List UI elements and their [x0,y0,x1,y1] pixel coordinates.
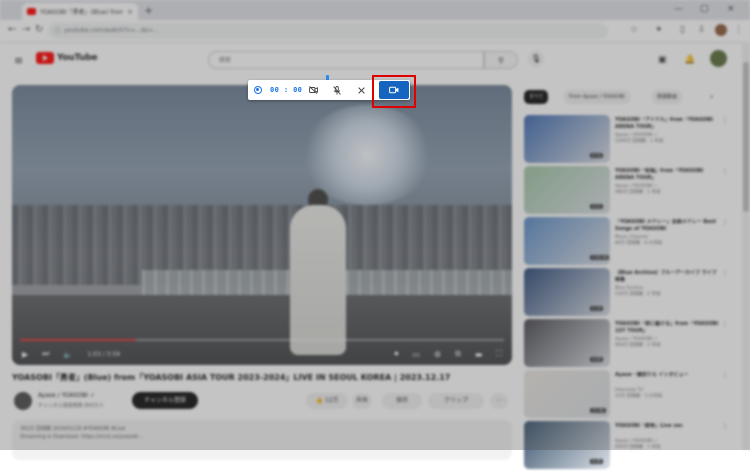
video-camera-icon [389,86,399,94]
record-indicator-icon [254,86,262,94]
dim-overlay [0,0,750,450]
close-icon[interactable] [352,80,370,100]
record-timer: 00 : 00 [270,86,303,94]
start-video-capture-button[interactable] [379,81,409,99]
recommendation-duration: 4:20 [590,459,603,464]
mic-off-icon[interactable] [328,80,346,100]
camera-off-icon[interactable] [304,80,322,100]
